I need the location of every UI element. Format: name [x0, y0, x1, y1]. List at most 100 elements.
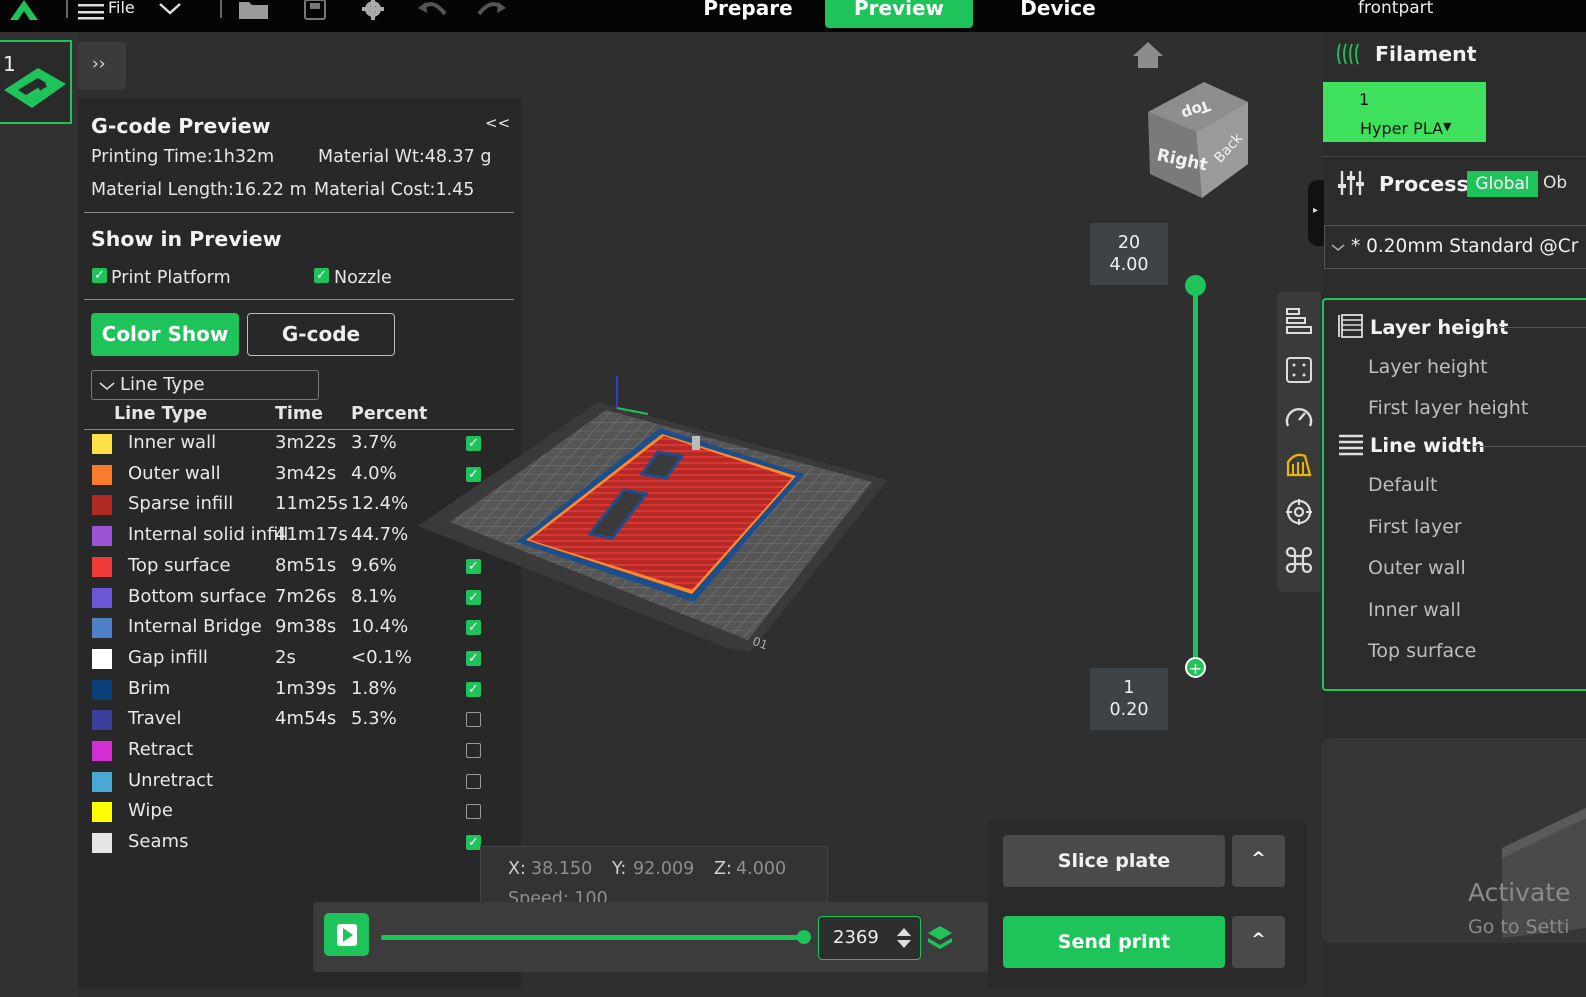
material-weight: Material Wt:48.37 g — [318, 147, 492, 167]
target-icon[interactable] — [1285, 498, 1313, 526]
line-type-name: Wipe — [128, 800, 173, 821]
slice-options-button[interactable]: ^ — [1232, 835, 1285, 887]
bounding-box-icon[interactable] — [1285, 356, 1313, 384]
setting-outer-wall[interactable]: Outer wall — [1368, 557, 1466, 579]
open-folder-icon[interactable] — [238, 0, 270, 22]
line-type-name: Unretract — [128, 770, 214, 791]
line-type-percent: 9.6% — [351, 555, 397, 576]
move-slider-track[interactable] — [381, 935, 805, 940]
line-type-color-swatch — [92, 741, 112, 761]
line-type-name: Seams — [128, 831, 189, 852]
chevron-down-icon — [1331, 244, 1345, 251]
undo-icon[interactable] — [418, 0, 448, 22]
expand-sidebar-button[interactable]: ›› — [78, 42, 126, 90]
svg-text:01: 01 — [751, 634, 770, 652]
line-type-color-swatch — [92, 649, 112, 669]
move-value-input[interactable]: 2369 — [818, 916, 921, 960]
plate-thumbnail[interactable]: 1 — [0, 40, 72, 124]
line-type-color-swatch — [92, 710, 112, 730]
divider — [1496, 327, 1586, 328]
object-toggle[interactable]: Ob — [1543, 173, 1567, 193]
speedometer-icon[interactable] — [1285, 404, 1313, 432]
print-platform-checkbox[interactable]: ✓ — [92, 268, 107, 283]
layer-height-section: Layer height — [1370, 316, 1509, 339]
y-coordinate: 92.009 — [633, 859, 695, 879]
filament-slot-1[interactable]: 1 Hyper PLA ▼ — [1323, 82, 1486, 142]
line-type-time: 3m42s — [275, 463, 337, 484]
printing-time: Printing Time:1h32m — [91, 147, 275, 167]
setting-first-layer[interactable]: First layer — [1368, 516, 1462, 538]
tab-prepare[interactable]: Prepare — [690, 0, 806, 28]
menu-icon[interactable] — [78, 0, 104, 22]
gear-icon[interactable] — [360, 0, 386, 20]
line-type-visibility-checkbox[interactable] — [466, 804, 481, 819]
sidebar-collapse-tab[interactable]: ▸ — [1308, 180, 1324, 246]
setting-top-surface[interactable]: Top surface — [1368, 640, 1476, 662]
layer-slider-bottom-handle[interactable]: + — [1185, 657, 1206, 678]
tab-device[interactable]: Device — [1000, 0, 1116, 28]
line-type-name: Sparse infill — [128, 493, 234, 514]
line-width-icon — [1339, 434, 1363, 456]
chevron-down-icon[interactable] — [158, 0, 182, 22]
line-type-color-swatch — [92, 526, 112, 546]
nozzle-checkbox[interactable]: ✓ — [314, 268, 329, 283]
layer-slider-track[interactable] — [1193, 285, 1198, 667]
setting-first-layer-height[interactable]: First layer height — [1368, 397, 1528, 419]
file-menu[interactable]: File — [108, 0, 135, 17]
column-line-type: Line Type — [114, 404, 208, 424]
top-bar: File Prepare Preview Device frontpart — [0, 0, 1586, 32]
gcode-button[interactable]: G-code — [247, 313, 395, 356]
layers-icon[interactable] — [926, 924, 954, 952]
play-button[interactable] — [324, 913, 369, 956]
table-row: Seams ✓ — [78, 828, 518, 858]
stepper-icon[interactable] — [895, 926, 913, 950]
line-type-name: Internal solid infill — [128, 524, 289, 545]
setting-layer-height[interactable]: Layer height — [1368, 356, 1488, 378]
line-type-color-swatch — [92, 465, 112, 485]
line-type-name: Brim — [128, 678, 171, 699]
preset-dropdown[interactable]: * 0.20mm Standard @Cr — [1324, 225, 1586, 269]
align-icon[interactable] — [1285, 308, 1313, 336]
caret-down-icon: ▼ — [1443, 120, 1452, 133]
divider — [84, 299, 514, 300]
setting-default[interactable]: Default — [1368, 474, 1437, 496]
line-type-visibility-checkbox[interactable] — [466, 743, 481, 758]
nozzle-label: Nozzle — [334, 268, 392, 288]
table-row: Unretract — [78, 767, 518, 797]
move-slider-handle[interactable] — [797, 930, 811, 944]
line-type-visibility-checkbox[interactable]: ✓ — [466, 682, 481, 697]
line-type-name: Travel — [128, 708, 182, 729]
build-plate-3d[interactable]: 01 — [410, 370, 900, 670]
line-type-time: 4m54s — [275, 708, 337, 729]
line-type-color-swatch — [92, 557, 112, 577]
support-paint-icon[interactable] — [1285, 450, 1313, 478]
send-options-button[interactable]: ^ — [1232, 916, 1285, 968]
redo-icon[interactable] — [476, 0, 506, 22]
slice-plate-button[interactable]: Slice plate — [1003, 835, 1225, 887]
home-icon[interactable] — [1131, 40, 1165, 70]
collapse-panel-button[interactable]: << — [485, 114, 510, 132]
print-platform-label: Print Platform — [111, 268, 231, 288]
line-type-visibility-checkbox[interactable]: ✓ — [466, 835, 481, 850]
global-toggle[interactable]: Global — [1467, 171, 1538, 197]
coordinates-readout: X: 38.150 Y: 92.009 Z: 4.000 Speed: 100 — [480, 846, 828, 906]
setting-inner-wall[interactable]: Inner wall — [1368, 599, 1461, 621]
plate-preview-icon — [4, 68, 66, 108]
send-print-button[interactable]: Send print — [1003, 916, 1225, 968]
line-type-time: 9m38s — [275, 616, 337, 637]
line-type-percent: 10.4% — [351, 616, 409, 637]
top-layer-label: 20 4.00 — [1090, 223, 1168, 285]
layer-slider-top-handle[interactable] — [1185, 275, 1206, 296]
line-type-percent: <0.1% — [351, 647, 412, 668]
tab-preview[interactable]: Preview — [825, 0, 973, 28]
command-icon[interactable] — [1285, 546, 1313, 574]
bottom-layer-label: 1 0.20 — [1090, 668, 1168, 730]
line-type-time: 2s — [275, 647, 296, 668]
line-type-visibility-checkbox[interactable] — [466, 712, 481, 727]
view-cube[interactable]: Top Right Back — [1140, 78, 1256, 204]
activation-watermark-sub: Go to Setti — [1468, 916, 1570, 938]
line-type-visibility-checkbox[interactable] — [466, 774, 481, 789]
save-icon[interactable] — [304, 0, 326, 22]
color-show-button[interactable]: Color Show — [91, 313, 239, 356]
view-type-dropdown[interactable]: Line Type — [91, 370, 319, 400]
